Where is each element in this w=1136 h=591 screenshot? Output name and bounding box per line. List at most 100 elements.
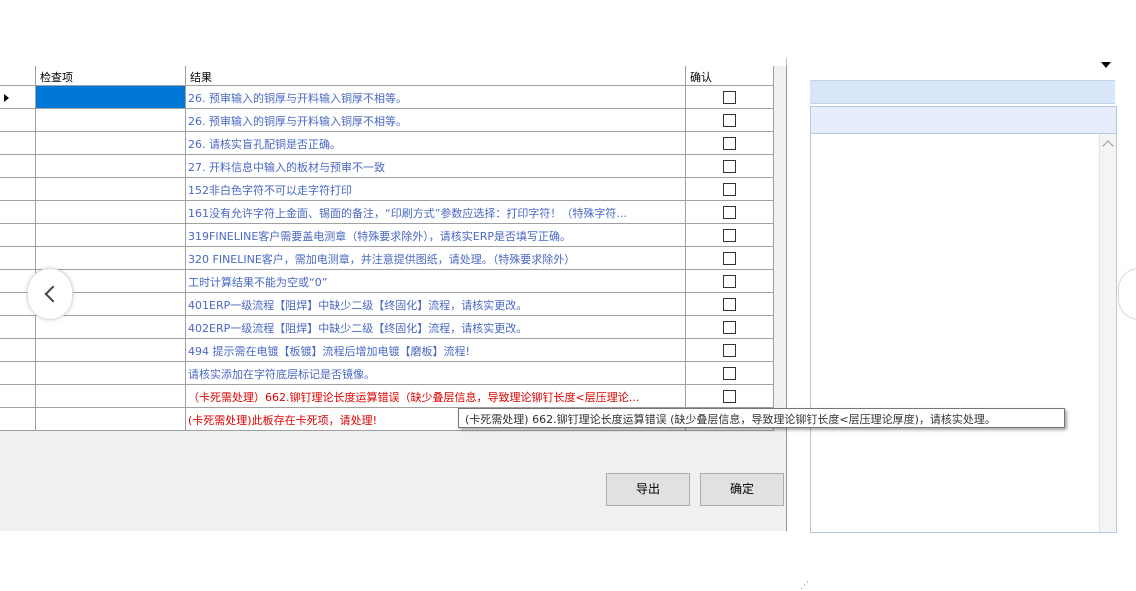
row-header-cell[interactable] xyxy=(0,201,36,224)
confirm-checkbox[interactable] xyxy=(723,390,736,403)
background-dropdown[interactable] xyxy=(810,58,1115,81)
table-row[interactable]: 319FINELINE客户需要盖电测章（特殊要求除外），请核实ERP是否填写正确… xyxy=(0,224,774,247)
confirm-checkbox[interactable] xyxy=(723,137,736,150)
table-row[interactable]: 工时计算结果不能为空或“0” xyxy=(0,270,774,293)
table-row[interactable]: 27. 开料信息中输入的板材与预审不一致 xyxy=(0,155,774,178)
result-cell[interactable]: （卡死需处理）662.铆钉理论长度运算错误（缺少叠层信息，导致理论铆钉长度<层压… xyxy=(186,385,686,408)
check-item-cell[interactable] xyxy=(36,224,186,247)
column-header-check-item[interactable]: 检查项 xyxy=(36,66,186,86)
confirm-cell xyxy=(686,178,774,201)
table-row[interactable]: 请核实添加在字符底层标记是否镜像。 xyxy=(0,362,774,385)
table-row[interactable]: 152非白色字符不可以走字符打印 xyxy=(0,178,774,201)
table-row[interactable]: （卡死需处理）662.铆钉理论长度运算错误（缺少叠层信息，导致理论铆钉长度<层压… xyxy=(0,385,774,408)
row-header-cell[interactable] xyxy=(0,339,36,362)
row-header-cell[interactable] xyxy=(0,362,36,385)
result-cell[interactable]: 152非白色字符不可以走字符打印 xyxy=(186,178,686,201)
confirm-cell xyxy=(686,224,774,247)
result-cell[interactable]: 26. 请核实盲孔配铜是否正确。 xyxy=(186,132,686,155)
confirm-cell xyxy=(686,293,774,316)
confirm-cell xyxy=(686,247,774,270)
result-cell[interactable]: 26. 预审输入的铜厚与开料输入铜厚不相等。 xyxy=(186,109,686,132)
table-row[interactable]: 26. 预审输入的铜厚与开料输入铜厚不相等。 xyxy=(0,109,774,132)
row-header-cell[interactable] xyxy=(0,132,36,155)
background-panel-header xyxy=(811,107,1116,134)
check-item-cell[interactable] xyxy=(36,109,186,132)
row-header-cell[interactable] xyxy=(0,109,36,132)
table-row[interactable]: 402ERP一级流程【阻焊】中缺少二级【终固化】流程，请核实更改。 xyxy=(0,316,774,339)
result-cell[interactable]: 320 FINELINE客户，需加电测章，并注意提供图纸，请处理。（特殊要求除外… xyxy=(186,247,686,270)
confirm-checkbox[interactable] xyxy=(723,321,736,334)
table-row[interactable]: 26. 预审输入的铜厚与开料输入铜厚不相等。 xyxy=(0,86,774,109)
confirm-checkbox[interactable] xyxy=(723,252,736,265)
row-pointer-icon xyxy=(4,94,9,102)
confirm-cell xyxy=(686,201,774,224)
resize-grip[interactable]: ⋰ xyxy=(800,581,809,591)
row-header-cell[interactable] xyxy=(0,155,36,178)
row-header-cell[interactable] xyxy=(0,316,36,339)
result-cell[interactable]: 319FINELINE客户需要盖电测章（特殊要求除外），请核实ERP是否填写正确… xyxy=(186,224,686,247)
prev-nav-button[interactable] xyxy=(27,268,73,320)
confirm-checkbox[interactable] xyxy=(723,91,736,104)
export-button[interactable]: 导出 xyxy=(606,473,690,506)
table-row[interactable]: 161没有允许字符上金面、锡面的备注，“印刷方式”参数应选择：打印字符！（特殊字… xyxy=(0,201,774,224)
confirm-cell xyxy=(686,362,774,385)
result-cell[interactable]: 工时计算结果不能为空或“0” xyxy=(186,270,686,293)
row-header-cell[interactable] xyxy=(0,86,36,109)
confirm-cell xyxy=(686,132,774,155)
confirm-checkbox[interactable] xyxy=(723,298,736,311)
result-cell[interactable]: 494 提示需在电镀【板镀】流程后增加电镀【磨板】流程! xyxy=(186,339,686,362)
background-scrollbar[interactable] xyxy=(1099,134,1116,532)
row-header-cell[interactable] xyxy=(0,408,36,431)
confirm-cell xyxy=(686,109,774,132)
check-item-cell[interactable] xyxy=(36,247,186,270)
confirm-checkbox[interactable] xyxy=(723,275,736,288)
confirm-checkbox[interactable] xyxy=(723,367,736,380)
confirm-checkbox[interactable] xyxy=(723,229,736,242)
grid-scrollbar[interactable] xyxy=(774,66,786,431)
check-item-cell[interactable] xyxy=(36,178,186,201)
check-item-cell[interactable] xyxy=(36,201,186,224)
confirm-checkbox[interactable] xyxy=(723,160,736,173)
row-header-cell[interactable] xyxy=(0,224,36,247)
scroll-up-icon[interactable] xyxy=(1102,140,1114,152)
result-tooltip: (卡死需处理) 662.铆钉理论长度运算错误 (缺少叠层信息，导致理论铆钉长度<… xyxy=(458,408,1065,428)
check-item-cell[interactable] xyxy=(36,132,186,155)
result-cell[interactable]: 402ERP一级流程【阻焊】中缺少二级【终固化】流程，请核实更改。 xyxy=(186,316,686,339)
column-header-confirm[interactable]: 确认 xyxy=(686,66,774,86)
check-result-dialog: 检查项 结果 确认 26. 预审输入的铜厚与开料输入铜厚不相等。 26. 预审输入… xyxy=(0,66,809,591)
check-item-cell[interactable] xyxy=(36,316,186,339)
check-item-cell[interactable] xyxy=(36,155,186,178)
table-row[interactable]: 401ERP一级流程【阻焊】中缺少二级【终固化】流程，请核实更改。 xyxy=(0,293,774,316)
check-item-cell[interactable] xyxy=(36,362,186,385)
table-row[interactable]: 26. 请核实盲孔配铜是否正确。 xyxy=(0,132,774,155)
confirm-checkbox[interactable] xyxy=(723,183,736,196)
confirm-checkbox[interactable] xyxy=(723,114,736,127)
background-toolbar xyxy=(810,80,1115,104)
column-header-result[interactable]: 结果 xyxy=(186,66,686,86)
chevron-left-icon xyxy=(44,285,62,303)
confirm-checkbox[interactable] xyxy=(723,344,736,357)
result-cell[interactable]: 26. 预审输入的铜厚与开料输入铜厚不相等。 xyxy=(186,86,686,109)
confirm-checkbox[interactable] xyxy=(723,206,736,219)
result-cell[interactable]: 401ERP一级流程【阻焊】中缺少二级【终固化】流程，请核实更改。 xyxy=(186,293,686,316)
caret-down-icon xyxy=(1101,62,1111,68)
check-item-cell[interactable] xyxy=(36,385,186,408)
confirm-cell xyxy=(686,270,774,293)
confirm-cell xyxy=(686,339,774,362)
check-result-grid: 检查项 结果 确认 26. 预审输入的铜厚与开料输入铜厚不相等。 26. 预审输入… xyxy=(0,66,774,431)
row-header-cell[interactable] xyxy=(0,178,36,201)
result-cell[interactable]: 请核实添加在字符底层标记是否镜像。 xyxy=(186,362,686,385)
ok-button[interactable]: 确定 xyxy=(700,473,784,506)
table-row[interactable]: 320 FINELINE客户，需加电测章，并注意提供图纸，请处理。（特殊要求除外… xyxy=(0,247,774,270)
row-header-cell[interactable] xyxy=(0,385,36,408)
result-cell[interactable]: 161没有允许字符上金面、锡面的备注，“印刷方式”参数应选择：打印字符！（特殊字… xyxy=(186,201,686,224)
check-item-cell[interactable] xyxy=(36,86,186,109)
row-header-cell[interactable] xyxy=(0,247,36,270)
check-item-cell[interactable] xyxy=(36,339,186,362)
check-item-cell[interactable] xyxy=(36,408,186,431)
next-nav-button[interactable] xyxy=(1118,268,1136,320)
confirm-cell xyxy=(686,316,774,339)
row-header-column xyxy=(0,66,36,86)
result-cell[interactable]: 27. 开料信息中输入的板材与预审不一致 xyxy=(186,155,686,178)
table-row[interactable]: 494 提示需在电镀【板镀】流程后增加电镀【磨板】流程! xyxy=(0,339,774,362)
